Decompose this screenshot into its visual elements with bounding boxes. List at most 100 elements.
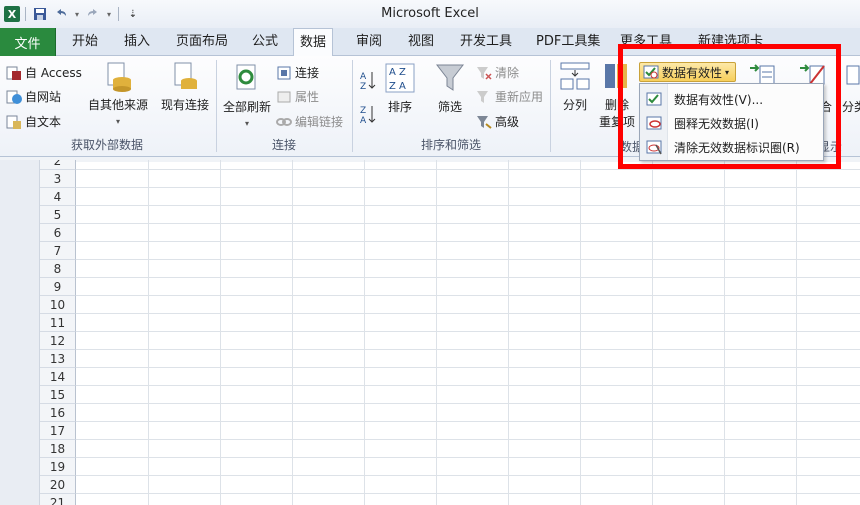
svg-text:A: A [360, 72, 367, 82]
edit-links-button[interactable]: 编辑链接 [276, 113, 343, 130]
row-header[interactable]: 13 [40, 350, 76, 368]
tab-insert[interactable]: 插入 [118, 28, 156, 56]
existing-connections-button[interactable]: 现有连接 [158, 60, 212, 113]
group-separator [216, 60, 217, 152]
tab-review[interactable]: 审阅 [350, 28, 388, 56]
text-to-columns-label: 分列 [562, 98, 587, 112]
group-label-sort-filter: 排序和筛选 [420, 138, 481, 152]
table-row[interactable] [76, 188, 860, 206]
table-row[interactable] [76, 260, 860, 278]
row-header[interactable]: 19 [40, 458, 76, 476]
svg-text:Z: Z [360, 106, 366, 116]
column-gridline [652, 160, 653, 505]
column-gridline [436, 160, 437, 505]
existing-connections-icon [169, 60, 201, 92]
tab-developer[interactable]: 开发工具 [454, 28, 518, 56]
tab-page-layout[interactable]: 页面布局 [170, 28, 234, 56]
row-header[interactable]: 11 [40, 314, 76, 332]
group-label-get-external-data: 获取外部数据 [70, 138, 143, 152]
clear-filter-label: 清除 [495, 66, 520, 80]
clear-filter-icon [476, 65, 492, 81]
row-header[interactable]: 18 [40, 440, 76, 458]
row-header[interactable]: 6 [40, 224, 76, 242]
tab-pdf-tools[interactable]: PDF工具集 [530, 28, 606, 56]
row-header[interactable]: 9 [40, 278, 76, 296]
table-row[interactable] [76, 332, 860, 350]
reapply-button[interactable]: 重新应用 [476, 88, 543, 105]
table-row[interactable] [76, 458, 860, 476]
table-row[interactable] [76, 404, 860, 422]
advanced-filter-icon [476, 114, 492, 130]
row-header[interactable]: 20 [40, 476, 76, 494]
from-web-button[interactable]: 自网站 [6, 88, 61, 105]
outline-icon[interactable] [845, 62, 860, 86]
tab-data[interactable]: 数据 [293, 28, 334, 57]
refresh-all-label: 全部刷新 [222, 100, 271, 114]
table-row[interactable] [76, 278, 860, 296]
table-row[interactable] [76, 422, 860, 440]
tab-file[interactable]: 文件 [0, 28, 56, 56]
row-header[interactable]: 4 [40, 188, 76, 206]
table-row[interactable] [76, 494, 860, 505]
table-row[interactable] [76, 242, 860, 260]
title-bar: X ▾ ▾ ⇣ Microsoft Excel [0, 0, 860, 28]
chevron-down-icon: ▾ [115, 117, 120, 126]
from-other-sources-button[interactable]: 自其他来源 ▾ [86, 60, 150, 126]
tab-formulas[interactable]: 公式 [246, 28, 284, 56]
row-header[interactable]: 7 [40, 242, 76, 260]
row-header[interactable]: 17 [40, 422, 76, 440]
from-text-button[interactable]: 自文本 [6, 113, 61, 130]
from-access-button[interactable]: 自 Access [6, 64, 82, 81]
table-row[interactable] [76, 224, 860, 242]
left-pane [0, 160, 40, 505]
properties-label: 属性 [295, 90, 320, 104]
table-row[interactable] [76, 386, 860, 404]
database-icon [102, 60, 134, 92]
row-header[interactable]: 2 [40, 160, 76, 170]
connections-button[interactable]: 连接 [276, 64, 319, 81]
worksheet-grid[interactable]: 2 3 4 5 6 7 8 9 10 11 12 13 14 15 16 17 18 19 20 21 [0, 160, 860, 505]
table-row[interactable] [76, 368, 860, 386]
table-row[interactable] [76, 170, 860, 188]
row-header[interactable]: 8 [40, 260, 76, 278]
advanced-filter-button[interactable]: 高级 [476, 113, 519, 130]
red-highlight-box [618, 44, 841, 169]
row-header[interactable]: 10 [40, 296, 76, 314]
table-row[interactable] [76, 350, 860, 368]
text-to-columns-icon [559, 60, 591, 92]
row-header[interactable]: 12 [40, 332, 76, 350]
row-header[interactable]: 3 [40, 170, 76, 188]
row-header[interactable]: 16 [40, 404, 76, 422]
svg-text:Z A: Z A [389, 81, 406, 92]
sort-button[interactable]: A Z Z A 排序 [382, 62, 418, 115]
group-label-connections: 连接 [271, 138, 296, 152]
row-header[interactable]: 14 [40, 368, 76, 386]
link-icon [276, 114, 292, 130]
svg-text:Z: Z [360, 82, 366, 90]
sort-z-a-icon[interactable]: ZA [360, 104, 376, 124]
row-header[interactable]: 21 [40, 494, 76, 505]
tab-view[interactable]: 视图 [402, 28, 440, 56]
refresh-all-button[interactable]: 全部刷新 ▾ [220, 62, 274, 128]
filter-button[interactable]: 筛选 [432, 62, 468, 115]
from-text-label: 自文本 [25, 115, 62, 129]
table-row[interactable] [76, 314, 860, 332]
table-row[interactable] [76, 206, 860, 224]
reapply-label: 重新应用 [495, 90, 544, 104]
svg-text:A Z: A Z [389, 67, 406, 78]
table-row[interactable] [76, 440, 860, 458]
sort-a-z-icon[interactable]: AZ [360, 70, 376, 90]
row-header[interactable]: 5 [40, 206, 76, 224]
connections-label: 连接 [295, 66, 320, 80]
text-to-columns-button[interactable]: 分列 [557, 60, 593, 113]
row-header[interactable]: 15 [40, 386, 76, 404]
clear-filter-button[interactable]: 清除 [476, 64, 519, 81]
table-row[interactable] [76, 296, 860, 314]
text-file-icon [6, 114, 22, 130]
column-gridline [724, 160, 725, 505]
refresh-icon [231, 62, 263, 94]
tab-home[interactable]: 开始 [66, 28, 104, 56]
properties-icon [276, 89, 292, 105]
table-row[interactable] [76, 476, 860, 494]
properties-button[interactable]: 属性 [276, 88, 319, 105]
